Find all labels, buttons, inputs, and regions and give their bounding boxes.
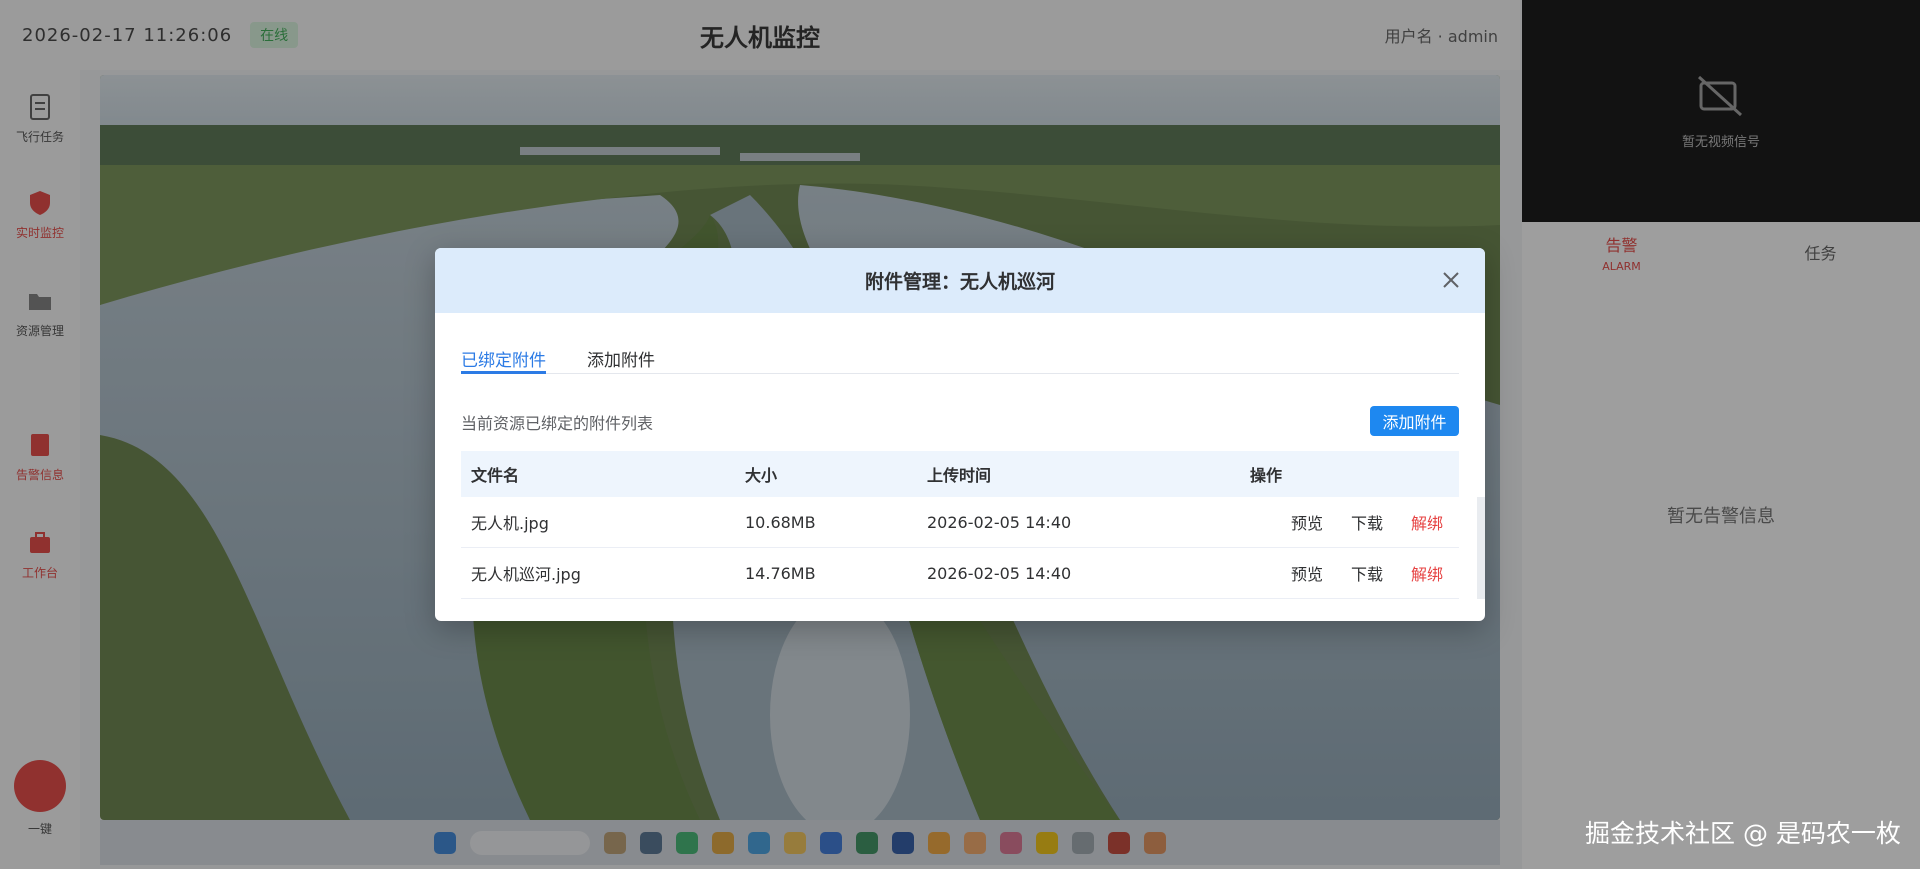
preview-link[interactable]: 预览 [1291, 510, 1323, 534]
file-name: 无人机巡河.jpg [471, 565, 581, 584]
file-name: 无人机.jpg [471, 514, 549, 533]
attachment-dialog: 附件管理：无人机巡河 已绑定附件 添加附件 当前资源已绑定的附件列表 添加附件 … [435, 248, 1485, 621]
dialog-header: 附件管理：无人机巡河 [435, 248, 1485, 313]
table-scrollbar[interactable] [1477, 497, 1485, 599]
table-row: 无人机巡河.jpg 14.76MB 2026-02-05 14:40 预览 下载… [461, 548, 1459, 599]
file-size: 14.76MB [745, 563, 816, 583]
watermark: 掘金技术社区 @ 是码农一枚 [1585, 819, 1901, 848]
tab-bound-attachments[interactable]: 已绑定附件 [461, 313, 546, 374]
column-header-size: 大小 [745, 466, 778, 485]
preview-link[interactable]: 预览 [1291, 561, 1323, 585]
download-link[interactable]: 下载 [1351, 510, 1383, 534]
close-icon[interactable] [1439, 268, 1463, 292]
table-row: 无人机.jpg 10.68MB 2026-02-05 14:40 预览 下载 解… [461, 497, 1459, 548]
upload-time: 2026-02-05 14:40 [927, 563, 1072, 583]
tab-add-attachment[interactable]: 添加附件 [587, 313, 655, 373]
list-description: 当前资源已绑定的附件列表 [461, 414, 654, 433]
add-attachment-button[interactable]: 添加附件 [1370, 406, 1459, 436]
unbind-link[interactable]: 解绑 [1411, 510, 1443, 534]
row-actions: 预览 下载 解绑 [1250, 510, 1459, 534]
dialog-title: 附件管理：无人机巡河 [864, 271, 1055, 293]
column-header-filename: 文件名 [471, 466, 520, 485]
row-actions: 预览 下载 解绑 [1250, 561, 1459, 585]
attachment-table: 文件名 大小 上传时间 操作 无人机.jpg 10.68MB 2026-02-0… [461, 451, 1485, 599]
table-header: 文件名 大小 上传时间 操作 [461, 451, 1459, 497]
dialog-tabs: 已绑定附件 添加附件 [461, 313, 1459, 374]
download-link[interactable]: 下载 [1351, 561, 1383, 585]
column-header-upload-time: 上传时间 [927, 466, 992, 485]
file-size: 10.68MB [745, 512, 816, 532]
app-root: 2026-02-17 11:26:06 在线 无人机监控 用户名 · admin… [0, 0, 1920, 869]
column-header-actions: 操作 [1250, 466, 1283, 485]
upload-time: 2026-02-05 14:40 [927, 512, 1072, 532]
unbind-link[interactable]: 解绑 [1411, 561, 1443, 585]
